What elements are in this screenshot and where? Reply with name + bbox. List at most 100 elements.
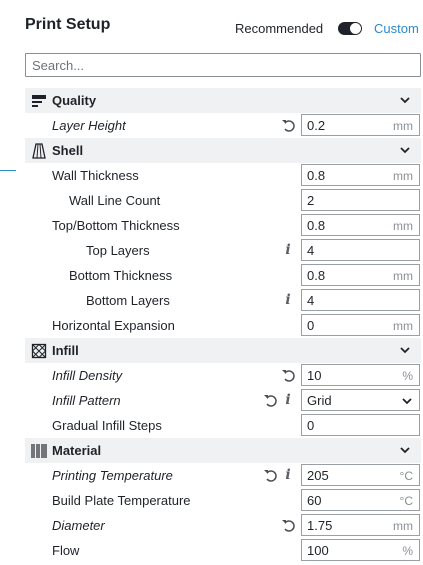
- setting-row-wall-thickness: Wall Thickness 0.8 mm: [25, 163, 421, 188]
- setting-label: Bottom Thickness: [69, 268, 173, 283]
- shell-icon: [29, 141, 49, 161]
- field-unit: mm: [393, 169, 413, 183]
- field-unit: °C: [399, 469, 413, 483]
- field-value: 4: [307, 242, 315, 258]
- field-unit: mm: [393, 119, 413, 133]
- setting-row-wall-line-count: Wall Line Count 2: [25, 188, 421, 213]
- setting-row-gradual-infill-steps: Gradual Infill Steps 0: [25, 413, 421, 438]
- build-plate-temperature-field[interactable]: 60 °C: [301, 489, 420, 511]
- info-icon[interactable]: i: [283, 391, 293, 409]
- category-material[interactable]: Material: [25, 438, 421, 463]
- field-value: 0: [307, 317, 315, 333]
- left-accent-line: [0, 170, 16, 171]
- setting-label: Diameter: [52, 518, 105, 533]
- setting-row-printing-temperature: Printing Temperature i 205 °C: [25, 463, 421, 488]
- reset-icon[interactable]: [281, 117, 295, 133]
- reset-icon[interactable]: [281, 367, 295, 383]
- print-setup-header: Print Setup Recommended Custom: [25, 14, 423, 42]
- bottom-layers-field[interactable]: 4: [301, 289, 420, 311]
- infill-pattern-dropdown[interactable]: Grid: [301, 389, 420, 411]
- setting-label: Infill Density: [52, 368, 123, 383]
- top-layers-field[interactable]: 4: [301, 239, 420, 261]
- field-value: 0: [307, 417, 315, 433]
- layer-height-field[interactable]: 0.2 mm: [301, 114, 420, 136]
- category-label: Infill: [52, 343, 79, 358]
- flow-field[interactable]: 100 %: [301, 539, 420, 561]
- setting-label: Gradual Infill Steps: [52, 418, 162, 433]
- field-value: 0.8: [307, 267, 326, 283]
- info-icon[interactable]: i: [283, 291, 293, 309]
- category-label: Quality: [52, 93, 97, 108]
- reset-icon[interactable]: [263, 392, 277, 408]
- field-unit: mm: [393, 219, 413, 233]
- toggle-knob: [350, 23, 361, 34]
- quality-icon: [29, 91, 49, 111]
- search-input[interactable]: [25, 53, 421, 77]
- field-value: 205: [307, 467, 329, 483]
- wall-thickness-field[interactable]: 0.8 mm: [301, 164, 420, 186]
- chevron-down-icon[interactable]: [399, 444, 411, 456]
- setting-row-layer-height: Layer Height 0.2 mm: [25, 113, 421, 138]
- field-value: 0.8: [307, 217, 326, 233]
- setting-label: Top/Bottom Thickness: [52, 218, 180, 233]
- category-quality[interactable]: Quality: [25, 88, 421, 113]
- setting-row-horizontal-expansion: Horizontal Expansion 0 mm: [25, 313, 421, 338]
- setting-label: Top Layers: [86, 243, 150, 258]
- infill-density-field[interactable]: 10 %: [301, 364, 420, 386]
- field-unit: mm: [393, 319, 413, 333]
- top-bottom-thickness-field[interactable]: 0.8 mm: [301, 214, 420, 236]
- infill-icon: [29, 341, 49, 361]
- chevron-down-icon: [402, 398, 412, 405]
- field-value: 10: [307, 367, 322, 383]
- printing-temperature-field[interactable]: 205 °C: [301, 464, 420, 486]
- setting-label: Flow: [52, 543, 80, 558]
- field-unit: mm: [393, 519, 413, 533]
- setting-label: Bottom Layers: [86, 293, 170, 308]
- custom-mode-label[interactable]: Custom: [374, 21, 419, 36]
- field-value: 2: [307, 192, 315, 208]
- setting-row-infill-density: Infill Density 10 %: [25, 363, 421, 388]
- setting-row-infill-pattern: Infill Pattern i Grid: [25, 388, 421, 413]
- setting-label: Layer Height: [52, 118, 126, 133]
- field-unit: mm: [393, 269, 413, 283]
- info-icon[interactable]: i: [283, 466, 293, 484]
- field-value: Grid: [307, 392, 332, 408]
- setting-label: Infill Pattern: [52, 393, 121, 408]
- setting-label: Build Plate Temperature: [52, 493, 191, 508]
- field-value: 0.2: [307, 117, 326, 133]
- chevron-down-icon[interactable]: [399, 94, 411, 106]
- chevron-down-icon[interactable]: [399, 144, 411, 156]
- field-value: 0.8: [307, 167, 326, 183]
- page-title: Print Setup: [25, 16, 111, 33]
- setting-row-diameter: Diameter 1.75 mm: [25, 513, 421, 538]
- setting-label: Horizontal Expansion: [52, 318, 175, 333]
- diameter-field[interactable]: 1.75 mm: [301, 514, 420, 536]
- reset-icon[interactable]: [281, 517, 295, 533]
- setting-row-top-bottom-thickness: Top/Bottom Thickness 0.8 mm: [25, 213, 421, 238]
- field-value: 100: [307, 542, 329, 558]
- info-icon[interactable]: i: [283, 241, 293, 259]
- category-infill[interactable]: Infill: [25, 338, 421, 363]
- chevron-down-icon[interactable]: [399, 344, 411, 356]
- recommended-mode-label[interactable]: Recommended: [235, 21, 323, 36]
- category-label: Material: [52, 443, 102, 458]
- setting-label: Printing Temperature: [52, 468, 173, 483]
- category-shell[interactable]: Shell: [25, 138, 421, 163]
- settings-list: Quality Layer Height 0.2 mm Shell Wall T…: [25, 88, 421, 563]
- bottom-thickness-field[interactable]: 0.8 mm: [301, 264, 420, 286]
- field-unit: °C: [399, 494, 413, 508]
- setting-row-bottom-layers: Bottom Layers i 4: [25, 288, 421, 313]
- setting-label: Wall Line Count: [69, 193, 161, 208]
- wall-line-count-field[interactable]: 2: [301, 189, 420, 211]
- setting-row-bottom-thickness: Bottom Thickness 0.8 mm: [25, 263, 421, 288]
- field-unit: %: [402, 369, 413, 383]
- setting-row-top-layers: Top Layers i 4: [25, 238, 421, 263]
- material-icon: [29, 441, 49, 461]
- mode-toggle-switch[interactable]: [338, 22, 362, 35]
- horizontal-expansion-field[interactable]: 0 mm: [301, 314, 420, 336]
- reset-icon[interactable]: [263, 467, 277, 483]
- category-label: Shell: [52, 143, 84, 158]
- gradual-infill-steps-field[interactable]: 0: [301, 414, 420, 436]
- setting-row-flow: Flow 100 %: [25, 538, 421, 563]
- field-value: 4: [307, 292, 315, 308]
